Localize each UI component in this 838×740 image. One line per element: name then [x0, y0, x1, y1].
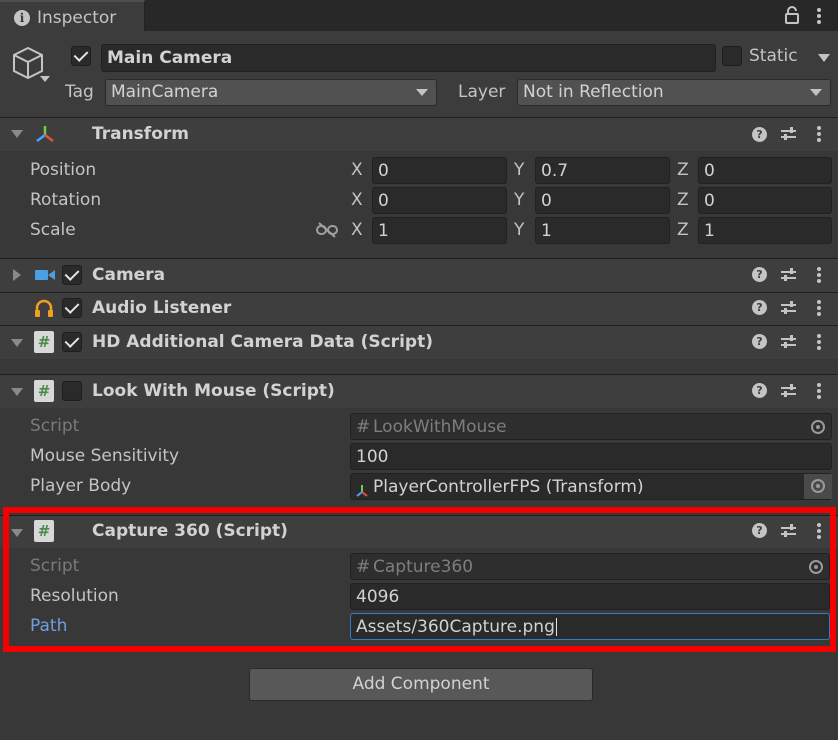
static-checkbox[interactable] [722, 46, 742, 66]
transform-icon [355, 480, 369, 497]
rotation-z-input[interactable]: 0 [698, 187, 832, 214]
transform-title: Transform [92, 124, 189, 144]
audio-listener-enabled-checkbox[interactable] [62, 298, 82, 318]
active-checkbox[interactable] [71, 46, 91, 66]
mouse-sensitivity-input[interactable]: 100 [350, 443, 832, 470]
player-body-label: Player Body [30, 476, 132, 496]
player-body-field[interactable]: PlayerControllerFPS (Transform) [350, 473, 832, 500]
hd-camera-enabled-checkbox[interactable] [62, 332, 82, 352]
lwm-script-field: # LookWithMouse [350, 413, 832, 440]
help-icon[interactable]: ? [752, 267, 767, 282]
lock-icon[interactable] [785, 6, 799, 24]
component-menu-icon[interactable] [817, 383, 821, 399]
presets-icon[interactable] [781, 268, 796, 282]
chevron-down-icon [810, 89, 822, 96]
position-label: Position [30, 160, 97, 180]
presets-icon[interactable] [781, 384, 796, 398]
scale-x-input[interactable]: 1 [372, 217, 507, 244]
constrain-proportions-icon[interactable] [316, 222, 338, 238]
lwm-script-label: Script [30, 416, 80, 436]
gameobject-icon[interactable] [10, 44, 52, 86]
presets-icon[interactable] [781, 335, 796, 349]
component-menu-icon[interactable] [817, 334, 821, 350]
script-icon: # [34, 380, 54, 402]
position-z-label: Z [677, 160, 689, 180]
object-name-input[interactable]: Main Camera [101, 44, 716, 72]
tab-menu-icon[interactable] [817, 8, 821, 24]
help-icon[interactable]: ? [752, 300, 767, 315]
tag-value: MainCamera [111, 82, 219, 102]
scale-z-input[interactable]: 1 [698, 217, 832, 244]
scale-y-input[interactable]: 1 [535, 217, 670, 244]
static-label: Static [749, 46, 798, 66]
rotation-x-label: X [351, 190, 363, 210]
lwm-script-value: LookWithMouse [373, 417, 507, 437]
transform-icon [34, 124, 56, 144]
player-body-value: PlayerControllerFPS (Transform) [373, 477, 644, 497]
foldout-arrow-icon[interactable] [13, 269, 21, 281]
component-menu-icon[interactable] [817, 267, 821, 283]
tag-label: Tag [65, 82, 94, 102]
player-body-picker-button[interactable] [804, 474, 832, 499]
component-menu-icon[interactable] [817, 126, 821, 142]
object-picker-icon [811, 420, 825, 434]
mouse-sensitivity-label: Mouse Sensitivity [30, 446, 180, 466]
hd-camera-body [0, 359, 838, 374]
help-icon[interactable]: ? [752, 127, 767, 142]
tag-dropdown[interactable]: MainCamera [105, 79, 437, 106]
position-y-label: Y [514, 160, 525, 180]
camera-enabled-checkbox[interactable] [62, 265, 82, 285]
object-picker-icon [811, 479, 825, 493]
look-with-mouse-enabled-checkbox[interactable] [62, 381, 82, 401]
scale-label: Scale [30, 220, 76, 240]
foldout-arrow-icon[interactable] [11, 388, 23, 396]
scale-x-label: X [351, 220, 363, 240]
position-x-input[interactable]: 0 [372, 157, 507, 184]
help-icon[interactable]: ? [752, 383, 767, 398]
layer-label: Layer [458, 82, 506, 102]
headphones-icon [34, 299, 54, 317]
audio-listener-title: Audio Listener [92, 298, 232, 318]
static-dropdown-arrow[interactable] [818, 54, 830, 62]
rotation-y-input[interactable]: 0 [535, 187, 670, 214]
tab-title: Inspector [37, 8, 117, 28]
presets-icon[interactable] [781, 127, 796, 141]
tab-inspector[interactable]: i Inspector [0, 0, 145, 31]
camera-icon [34, 267, 56, 283]
hd-camera-title: HD Additional Camera Data (Script) [92, 332, 433, 352]
rotation-label: Rotation [30, 190, 102, 210]
foldout-arrow-icon[interactable] [11, 339, 23, 347]
add-component-button[interactable]: Add Component [249, 668, 593, 701]
highlight-box [3, 507, 836, 652]
look-with-mouse-title: Look With Mouse (Script) [92, 381, 335, 401]
rotation-y-label: Y [514, 190, 525, 210]
scale-z-label: Z [677, 220, 689, 240]
script-icon: # [34, 331, 54, 353]
chevron-down-icon [416, 89, 428, 96]
component-menu-icon[interactable] [817, 300, 821, 316]
layer-value: Not in Reflection [523, 82, 664, 102]
help-icon[interactable]: ? [752, 334, 767, 349]
position-x-label: X [351, 160, 363, 180]
presets-icon[interactable] [781, 301, 796, 315]
foldout-arrow-icon[interactable] [11, 130, 23, 138]
layer-dropdown[interactable]: Not in Reflection [517, 79, 831, 106]
info-icon: i [14, 10, 30, 26]
script-icon: # [356, 417, 371, 437]
rotation-z-label: Z [677, 190, 689, 210]
position-y-input[interactable]: 0.7 [535, 157, 670, 184]
position-z-input[interactable]: 0 [698, 157, 832, 184]
rotation-x-input[interactable]: 0 [372, 187, 507, 214]
scale-y-label: Y [514, 220, 525, 240]
camera-title: Camera [92, 265, 166, 285]
